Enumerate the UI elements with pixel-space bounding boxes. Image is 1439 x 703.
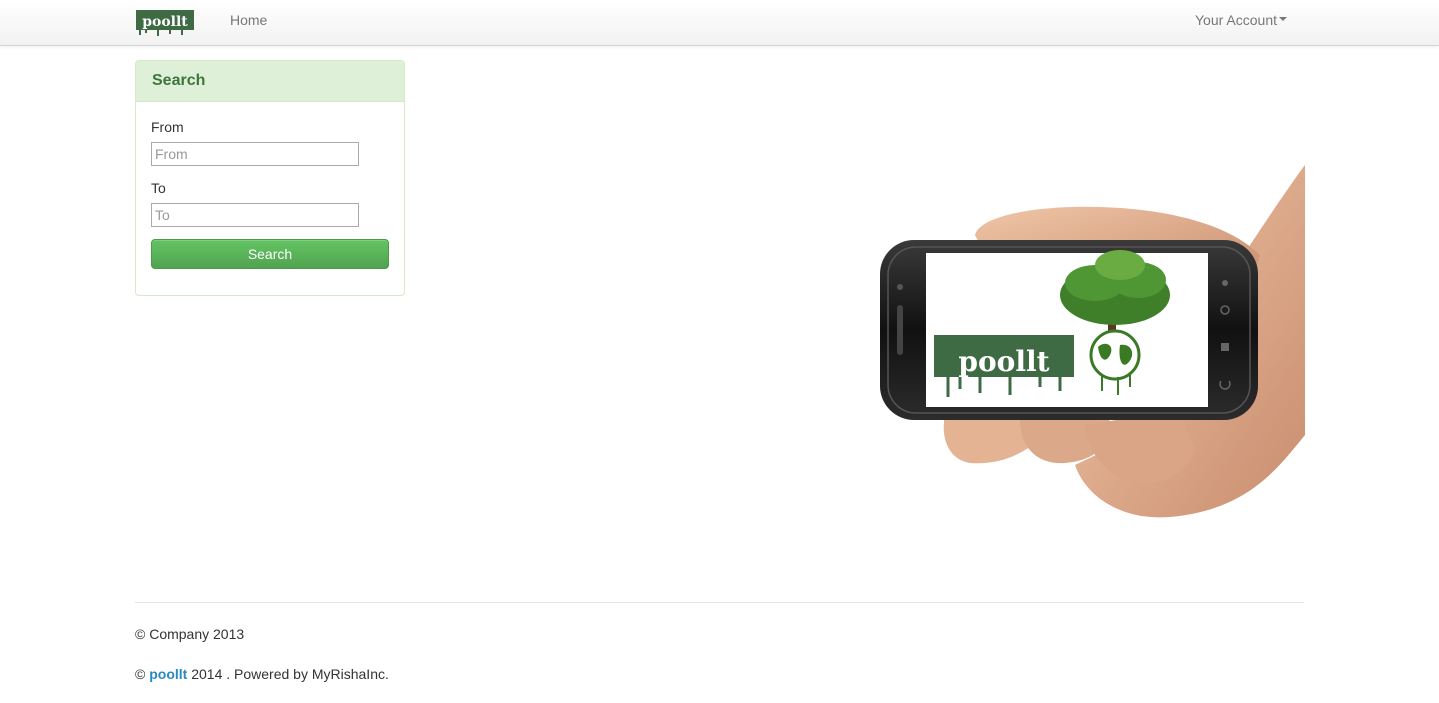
brand-logo[interactable]: poollt — [136, 10, 194, 36]
search-panel-title: Search — [152, 72, 206, 89]
your-account-label: Your Account — [1195, 12, 1277, 28]
to-input[interactable] — [151, 203, 359, 227]
footer-powered-by: © poollt 2014 . Powered by MyRishaInc. — [135, 666, 389, 682]
footer-copyright: © Company 2013 — [135, 626, 245, 642]
to-label: To — [151, 180, 166, 196]
from-label: From — [151, 119, 184, 135]
footer-brand-link[interactable]: poollt — [149, 666, 187, 682]
search-panel-heading: Search — [136, 61, 404, 102]
search-panel: Search From To Search — [135, 60, 405, 296]
your-account-dropdown[interactable]: Your Account — [1195, 12, 1287, 29]
footer-divider — [135, 602, 1304, 603]
powered-suffix: 2014 . Powered by MyRishaInc. — [187, 666, 389, 682]
top-navbar: poollt Home Your Account — [0, 0, 1439, 46]
caret-down-icon — [1279, 17, 1287, 22]
nav-home-link[interactable]: Home — [230, 12, 267, 29]
hero-phone-image: poollt — [870, 165, 1305, 520]
screen-logo-text: poollt — [958, 345, 1049, 378]
search-button[interactable]: Search — [151, 239, 389, 269]
powered-prefix: © — [135, 666, 150, 682]
from-input[interactable] — [151, 142, 359, 166]
brand-logo-text: poollt — [142, 14, 188, 30]
